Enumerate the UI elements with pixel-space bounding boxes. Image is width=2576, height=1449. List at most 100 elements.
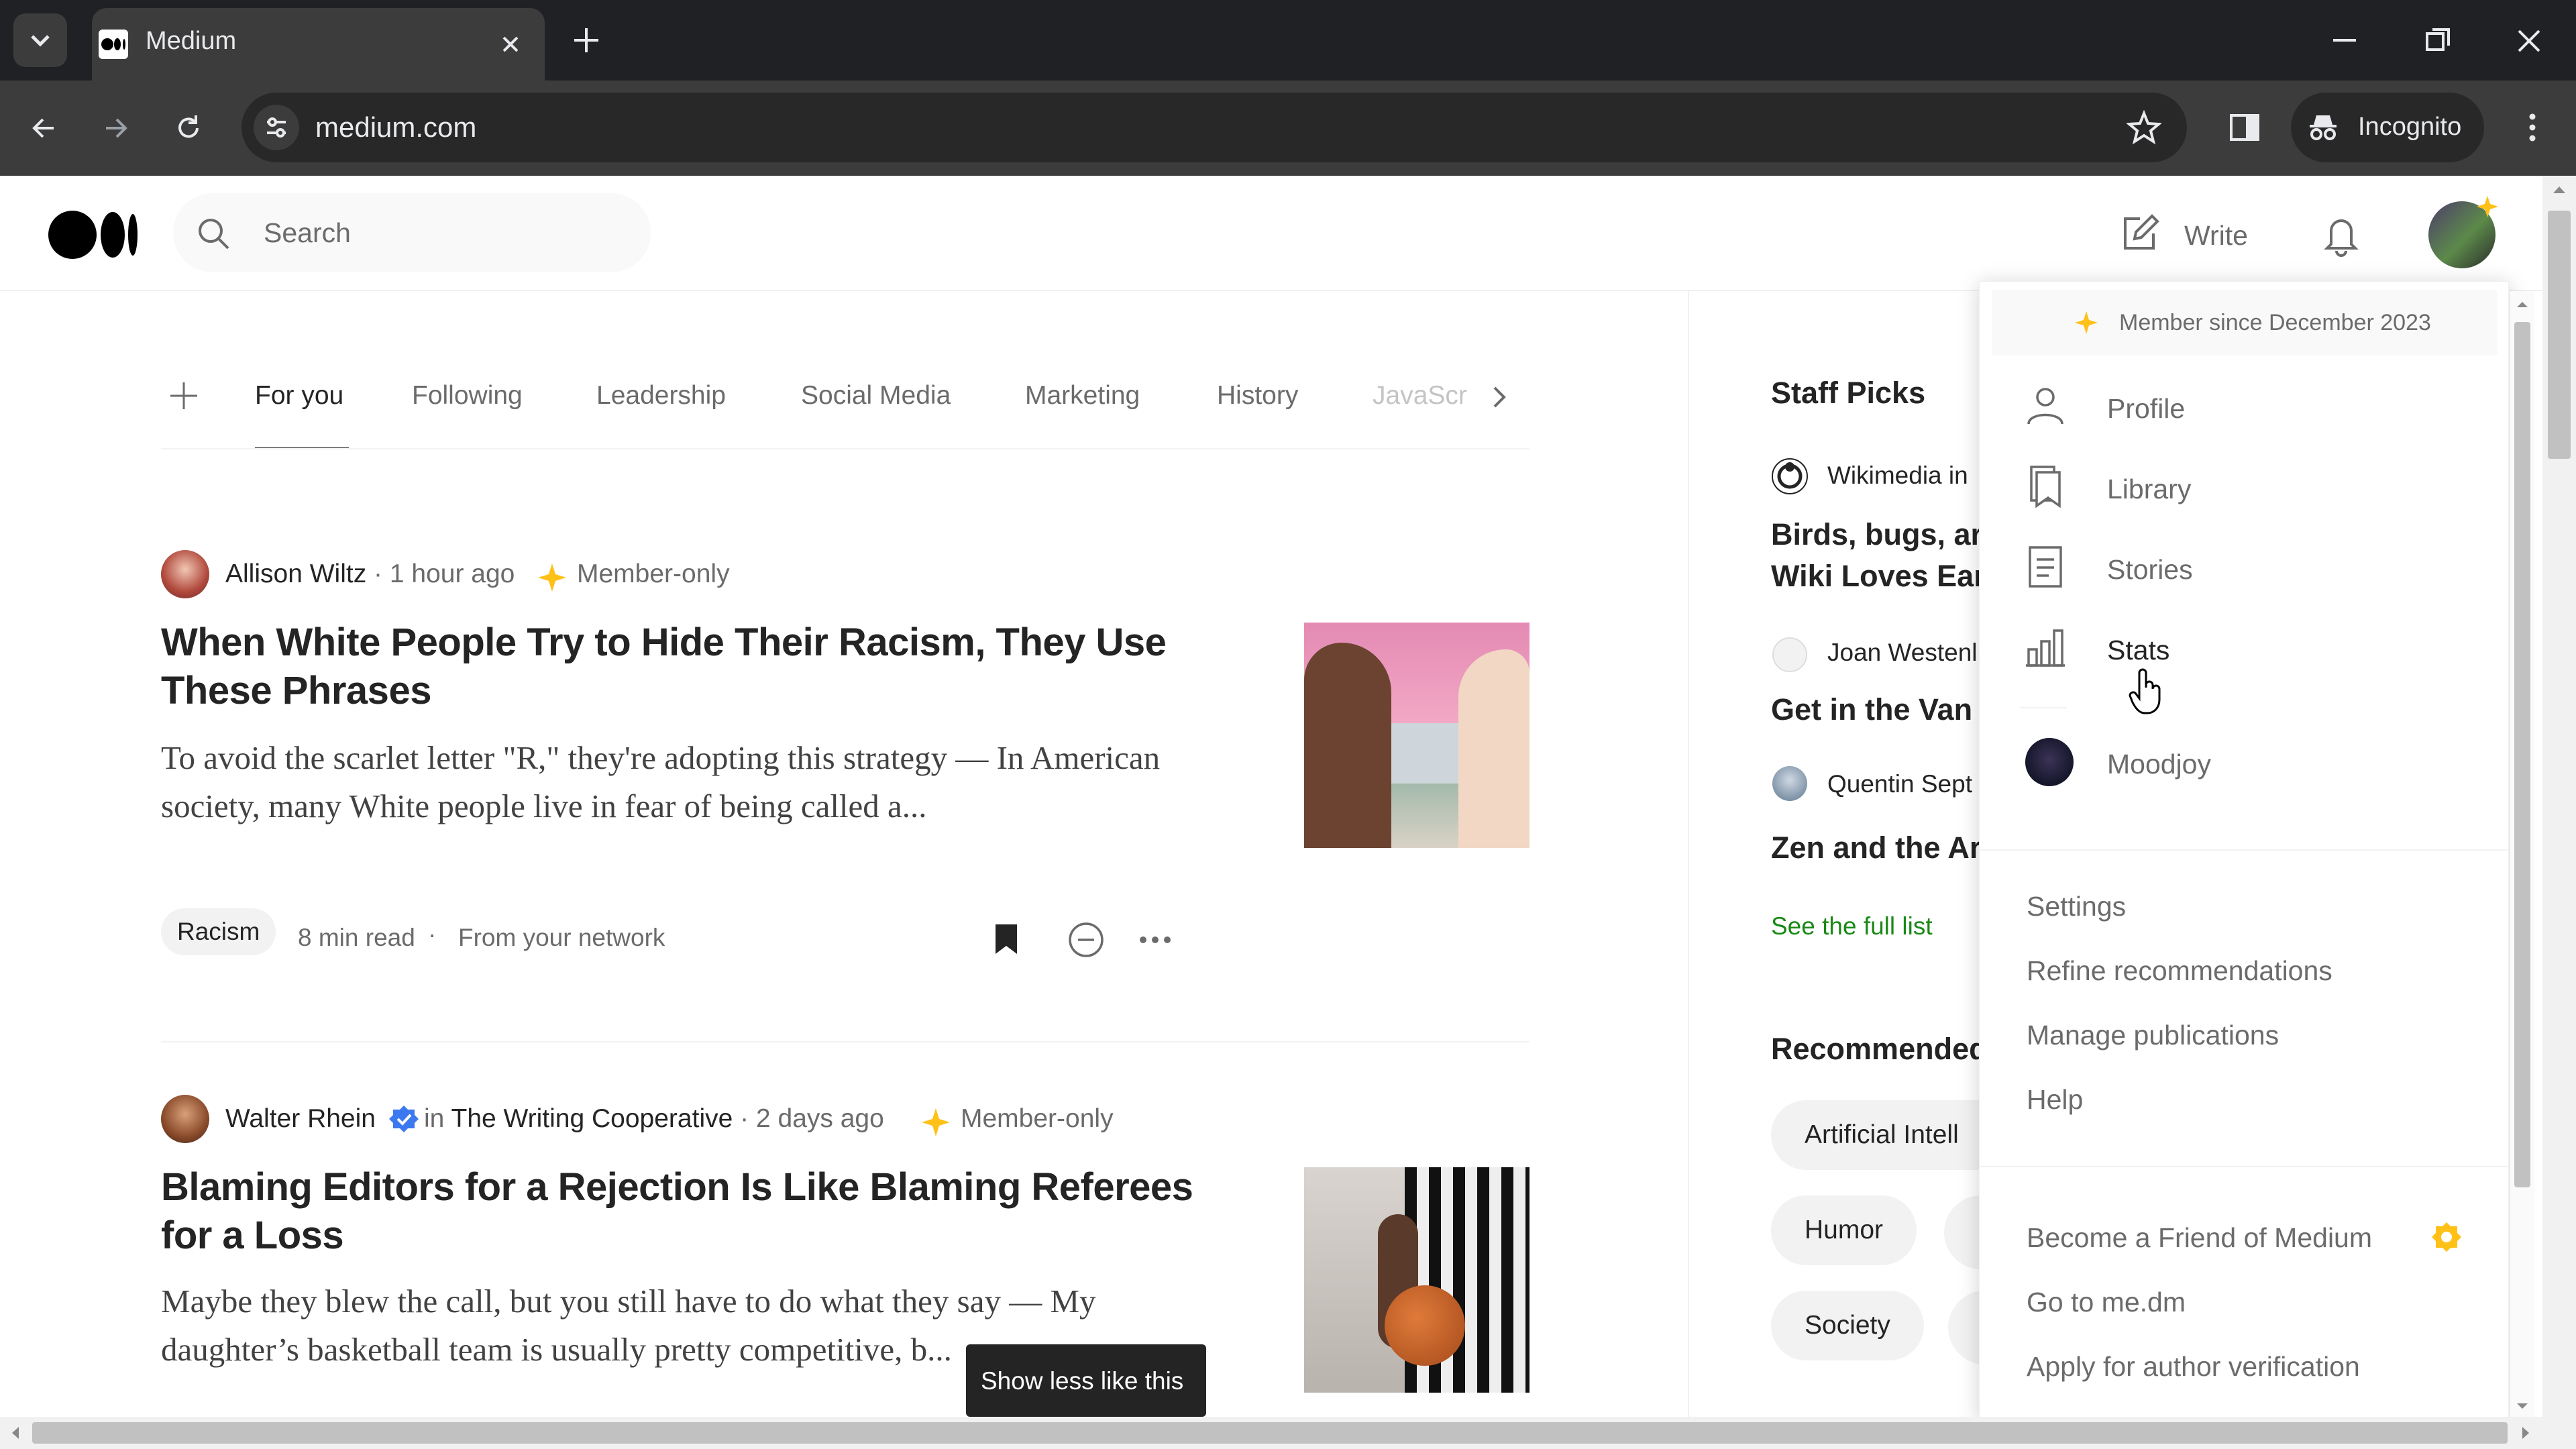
new-tab-icon[interactable] [570,24,602,56]
back-icon[interactable] [27,111,60,145]
see-full-list-link[interactable]: See the full list [1771,912,1933,941]
pick-title[interactable]: Zen and the Ar [1771,830,1981,865]
incognito-indicator[interactable]: Incognito [2291,93,2484,162]
menu-link-go-to-me-dm[interactable]: Go to me.dm [2027,1287,2186,1318]
vertical-scrollbar-thumb[interactable] [2548,211,2571,459]
tab-javascript[interactable]: JavaScr [1373,381,1467,411]
browser-tab[interactable]: Medium [92,8,545,80]
show-less-icon[interactable] [1067,920,1106,959]
pick-title[interactable]: Birds, bugs, ar Wiki Loves Ear [1771,514,1986,597]
search-input[interactable]: Search [173,193,651,272]
bookmark-star-icon[interactable] [2127,110,2161,145]
menu-item-library[interactable]: Library [2107,474,2191,505]
author-name[interactable]: Walter Rhein [225,1104,376,1133]
member-only-label: Member-only [961,1104,1114,1133]
scroll-up-arrow-icon[interactable] [2551,181,2568,199]
pick-author[interactable]: Wikimedia in [1827,462,1968,490]
menu-link-refine-recommendations[interactable]: Refine recommendations [2027,955,2332,987]
bookmark-icon[interactable] [987,920,1025,958]
menu-scrollbar-thumb[interactable] [2514,322,2530,1187]
article-thumbnail[interactable] [1304,623,1529,848]
minimize-icon[interactable] [2328,24,2361,58]
account-avatar[interactable] [2025,738,2074,786]
recommended-topic-chip[interactable]: Humor [1771,1195,1917,1265]
staff-picks-title: Staff Picks [1771,376,1926,410]
menu-item-stats[interactable]: Stats [2107,635,2169,666]
medium-favicon-icon [99,30,128,59]
tab-marketing[interactable]: Marketing [1025,381,1140,411]
article-title[interactable]: When White People Try to Hide Their Raci… [161,619,1208,715]
author-avatar[interactable] [161,550,209,598]
source-label: From your network [458,924,665,951]
stats-icon [2026,629,2065,667]
forward-icon[interactable] [99,111,133,145]
address-bar[interactable]: medium.com [241,93,2187,162]
write-icon [2124,214,2159,250]
menu-link-settings[interactable]: Settings [2027,891,2126,922]
publication-meta: in The Writing Cooperative · 2 days ago [424,1104,884,1134]
meta-separator: · [740,1104,756,1133]
tune-icon [267,117,286,138]
tab-for-you[interactable]: For you [255,381,343,411]
thumbnail-figure-right [1458,649,1529,848]
chevron-down-icon [31,35,50,47]
recommended-topic-chip[interactable]: Society [1771,1291,1924,1360]
article-excerpt[interactable]: To avoid the scarlet letter "R," they're… [161,734,1181,830]
menu-item-stories[interactable]: Stories [2107,554,2193,586]
add-topic-icon[interactable] [166,378,201,413]
tab-title: Medium [146,27,237,55]
scroll-up-arrow-icon[interactable] [2514,297,2530,313]
side-panel-icon[interactable] [2227,110,2262,145]
publication-name[interactable]: The Writing Cooperative [451,1104,733,1133]
url-text: medium.com [315,111,477,143]
close-tab-icon[interactable] [494,28,527,60]
browser-menu-icon[interactable] [2516,110,2549,145]
menu-link-help[interactable]: Help [2027,1084,2083,1116]
tab-following[interactable]: Following [412,381,523,411]
pick-title[interactable]: Get in the Van [1771,692,1972,727]
pick-author[interactable]: Joan Westenl [1827,639,1978,667]
vertical-scrollbar[interactable] [2542,176,2576,1417]
horizontal-scrollbar[interactable] [0,1417,2576,1449]
menu-link-become-friend[interactable]: Become a Friend of Medium [2027,1222,2372,1254]
scroll-left-arrow-icon[interactable] [7,1424,24,1442]
more-options-icon[interactable] [1136,924,1174,955]
tab-history[interactable]: History [1217,381,1298,411]
incognito-label: Incognito [2358,113,2462,141]
scroll-right-arrow-icon[interactable] [2517,1424,2534,1442]
article-title[interactable]: Blaming Editors for a Rejection Is Like … [161,1163,1208,1260]
site-header: Search Write [0,176,2576,291]
medium-logo[interactable] [47,208,141,262]
author-name[interactable]: Allison Wiltz [225,559,366,588]
horizontal-scrollbar-thumb[interactable] [32,1422,2508,1444]
menu-link-author-verification[interactable]: Apply for author verification [2027,1351,2360,1383]
tab-search-button[interactable] [13,13,67,67]
menu-link-manage-publications[interactable]: Manage publications [2027,1020,2279,1051]
menu-item-profile[interactable]: Profile [2107,393,2185,425]
scroll-down-arrow-icon[interactable] [2514,1398,2530,1414]
thumbnail-basketball [1385,1285,1465,1366]
write-button[interactable]: Write [2120,209,2261,258]
restore-icon[interactable] [2422,24,2455,58]
author-avatar[interactable] [161,1095,209,1143]
article-thumbnail[interactable] [1304,1167,1529,1393]
topic-chip[interactable]: Racism [161,908,276,955]
thumbnail-figure-left [1304,643,1391,848]
wikimedia-logo-icon [1772,458,1808,494]
pick-author[interactable]: Quentin Sept [1827,770,1972,798]
tab-social-media[interactable]: Social Media [801,381,951,411]
menu-item-account[interactable]: Moodjoy [2107,749,2211,780]
chevron-right-icon[interactable] [1483,381,1515,413]
sidebar-divider [1688,291,1689,1417]
stories-icon [2029,546,2062,588]
tab-leadership[interactable]: Leadership [596,381,726,411]
site-info-button[interactable] [254,105,299,150]
close-window-icon[interactable] [2512,24,2546,58]
browser-tab-bar: Medium [0,0,2576,80]
meta-separator: · [374,559,390,588]
menu-scrollbar-track[interactable] [2510,291,2534,1417]
member-only-label: Member-only [577,559,730,588]
article-meta: Walter Rhein [225,1104,376,1134]
notifications-bell-icon[interactable] [2318,211,2365,258]
reload-icon[interactable] [172,111,205,145]
